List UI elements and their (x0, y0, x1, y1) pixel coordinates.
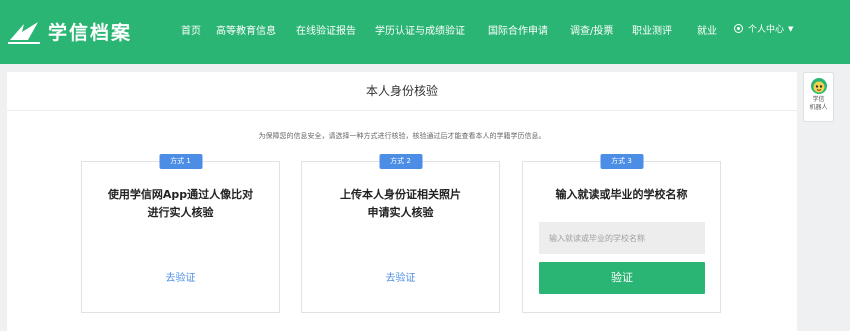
nav-degree-certification[interactable]: 学历认证与成绩验证 (375, 22, 465, 37)
card-title-line2: 申请实人核验 (367, 206, 434, 219)
card-title-line1: 使用学信网App通过人像比对 (107, 188, 254, 201)
nav-international[interactable]: 国际合作申请 (488, 22, 548, 37)
method-badge: 方式 2 (379, 154, 422, 169)
card-title-line1: 输入就读或毕业的学校名称 (555, 188, 688, 201)
user-center-menu[interactable]: 个人中心 ▼ (734, 22, 793, 35)
nav-online-verification[interactable]: 在线验证报告 (296, 22, 356, 37)
verify-button[interactable]: 验证 (539, 262, 705, 294)
nav-survey[interactable]: 调查/投票 (570, 22, 613, 37)
school-name-input[interactable] (539, 222, 705, 254)
main-nav: 首页 高等教育信息 在线验证报告 学历认证与成绩验证 国际合作申请 调查/投票 … (0, 0, 850, 64)
method-badge: 方式 3 (600, 154, 643, 169)
nav-home[interactable]: 首页 (181, 22, 201, 37)
nav-higher-education[interactable]: 高等教育信息 (216, 22, 276, 37)
page-title: 本人身份核验 (7, 72, 797, 111)
go-verify-link-id-photo[interactable]: 去验证 (302, 269, 499, 284)
top-header: 学信档案 首页 高等教育信息 在线验证报告 学历认证与成绩验证 国际合作申请 调… (0, 0, 850, 64)
nav-employment[interactable]: 就业 (697, 22, 717, 37)
robot-label: 学信 机器人 (804, 96, 833, 112)
nav-career-test[interactable]: 职业测评 (632, 22, 672, 37)
robot-icon (811, 78, 827, 94)
method-badge: 方式 1 (159, 154, 202, 169)
robot-label-line2: 机器人 (809, 104, 828, 111)
method-card-1: 方式 1 使用学信网App通过人像比对 进行实人核验 去验证 (81, 154, 280, 313)
card-title-line2: 进行实人核验 (147, 206, 214, 219)
user-center-label: 个人中心 (748, 25, 785, 35)
method-card-2: 方式 2 上传本人身份证相关照片 申请实人核验 去验证 (301, 154, 500, 313)
chevron-down-icon: ▼ (788, 24, 794, 33)
user-icon (734, 24, 743, 33)
go-verify-link-app[interactable]: 去验证 (82, 269, 279, 284)
intro-text: 为保障您的信息安全，请选择一种方式进行核验，核验通过后才能查看本人的学籍学历信息… (258, 132, 546, 140)
verification-panel: 本人身份核验 为保障您的信息安全，请选择一种方式进行核验，核验通过后才能查看本人… (7, 72, 797, 331)
robot-assistant-widget[interactable]: 学信 机器人 (803, 72, 834, 122)
card-title-line1: 上传本人身份证相关照片 (340, 188, 461, 201)
robot-label-line1: 学信 (812, 96, 825, 103)
method-card-3: 方式 3 输入就读或毕业的学校名称 验证 (522, 154, 721, 313)
